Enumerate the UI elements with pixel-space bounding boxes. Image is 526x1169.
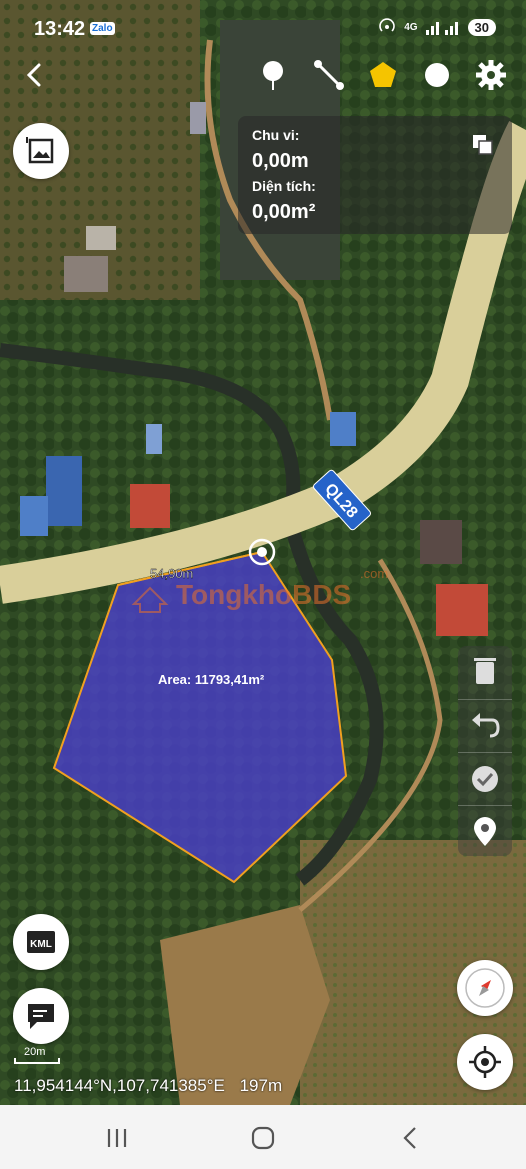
note-icon: [28, 1004, 54, 1029]
building: [20, 496, 48, 536]
circle-icon[interactable]: [420, 58, 454, 92]
kml-icon: KML: [27, 931, 55, 953]
building: [86, 226, 116, 250]
copy-icon[interactable]: [472, 134, 494, 156]
scale-label: 20m: [24, 1046, 46, 1058]
my-location-icon: [469, 1046, 501, 1078]
compass-button[interactable]: [457, 960, 513, 1016]
confirm-button[interactable]: [458, 752, 512, 805]
kml-button[interactable]: KML: [13, 914, 69, 970]
compass-icon: [465, 968, 505, 1008]
perimeter-value: 0,00m: [252, 150, 309, 172]
area-value: 0,00m²: [252, 201, 316, 223]
coordinates: 11,954144°N,107,741385°E: [14, 1076, 225, 1095]
network-type: 4G: [404, 21, 418, 33]
system-nav-bar: [0, 1105, 526, 1169]
building: [436, 584, 488, 636]
line-icon[interactable]: [312, 58, 346, 92]
scale-bar: 20m: [14, 1046, 60, 1064]
clock: 13:42: [34, 18, 86, 40]
home-icon[interactable]: [248, 1123, 278, 1153]
undo-button[interactable]: [458, 699, 512, 752]
zalo-notification-icon: Zalo: [90, 22, 115, 35]
nav-back-icon[interactable]: [396, 1123, 426, 1153]
measurement-panel: Chu vi: 0,00m Diện tích: 0,00m²: [238, 116, 512, 234]
building: [146, 424, 162, 454]
settings-icon[interactable]: [474, 58, 508, 92]
my-location-button[interactable]: [457, 1034, 513, 1090]
altitude: 197m: [239, 1076, 283, 1095]
undo-icon: [472, 713, 500, 738]
building: [130, 484, 170, 528]
area-label: Area: 11793,41m²: [158, 672, 265, 687]
coordinates-readout: 11,954144°N,107,741385°E 197m: [14, 1076, 282, 1096]
perimeter-label: Chu vi:: [252, 127, 300, 143]
hotspot-icon: [379, 18, 395, 32]
back-icon[interactable]: [22, 62, 48, 88]
delete-button[interactable]: [458, 646, 512, 698]
scale-bar-line: [14, 1058, 60, 1064]
watermark-text: TongkhoBDS: [176, 579, 351, 610]
svg-text:KML: KML: [30, 939, 52, 950]
watermark-suffix: .com: [360, 566, 388, 581]
add-point-button[interactable]: [458, 805, 512, 858]
building: [190, 102, 206, 134]
check-icon: [472, 766, 498, 792]
building: [64, 256, 108, 292]
polygon-icon[interactable]: [366, 58, 400, 92]
trash-icon: [474, 658, 496, 684]
recent-apps-icon[interactable]: [102, 1123, 132, 1153]
image-icon: [26, 137, 54, 164]
note-button[interactable]: [13, 988, 69, 1044]
building: [420, 520, 462, 564]
area-label: Diện tích:: [252, 178, 316, 194]
building: [330, 412, 356, 446]
building: [46, 456, 82, 526]
status-icons: 4G 30: [378, 18, 496, 36]
signal-icon: [425, 22, 458, 35]
edit-tools-panel: [458, 646, 512, 856]
location-pin-icon: [474, 817, 496, 846]
image-layer-button[interactable]: [13, 123, 69, 179]
pin-icon[interactable]: [256, 58, 290, 92]
edge-length-label: 54,90m: [150, 566, 193, 581]
status-bar: 13:42 Zalo 4G 30: [0, 0, 526, 58]
battery-level: 30: [467, 18, 496, 36]
